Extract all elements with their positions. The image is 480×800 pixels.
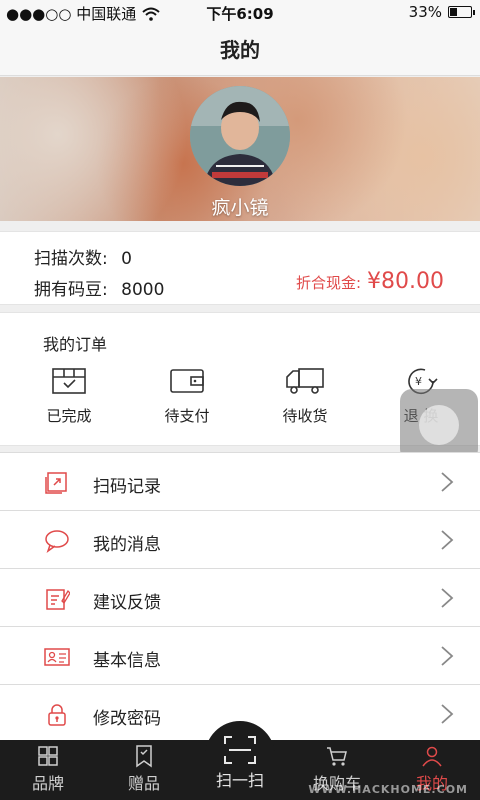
cash-value: ¥80.00 bbox=[367, 269, 444, 294]
scan-record-icon bbox=[45, 472, 67, 494]
beans-value: 8000 bbox=[121, 280, 165, 300]
tab-label: 赠品 bbox=[127, 774, 160, 793]
menu-item-messages[interactable]: 我的消息 bbox=[0, 510, 480, 568]
message-bubble-icon bbox=[45, 530, 69, 553]
chevron-right-icon bbox=[441, 704, 454, 724]
bookmark-icon bbox=[136, 745, 152, 768]
battery-percent: 33% bbox=[408, 3, 442, 21]
order-pending-receipt[interactable]: 待收货 bbox=[265, 367, 345, 426]
menu-item-label: 基本信息 bbox=[93, 651, 161, 671]
wallet-icon bbox=[170, 369, 204, 393]
order-pending-payment-label: 待支付 bbox=[164, 407, 210, 425]
id-card-icon bbox=[44, 648, 70, 666]
svg-text:¥: ¥ bbox=[415, 375, 422, 388]
truck-icon bbox=[286, 368, 324, 394]
scan-frame-icon bbox=[224, 736, 256, 764]
order-completed[interactable]: 已完成 bbox=[29, 367, 109, 426]
chevron-right-icon bbox=[441, 588, 454, 608]
assistive-touch-button[interactable] bbox=[400, 389, 478, 461]
tab-label: 品牌 bbox=[31, 774, 64, 793]
menu-list: 扫码记录 我的消息 建议反馈 基本信息 修改密码 bbox=[0, 452, 480, 742]
tab-scan[interactable]: 扫一扫 bbox=[205, 721, 275, 800]
tab-label: 扫一扫 bbox=[215, 771, 264, 790]
profile-icon bbox=[422, 746, 442, 767]
menu-item-feedback[interactable]: 建议反馈 bbox=[0, 568, 480, 626]
menu-item-label: 修改密码 bbox=[93, 709, 161, 729]
chevron-right-icon bbox=[441, 646, 454, 666]
order-completed-label: 已完成 bbox=[46, 407, 92, 425]
menu-item-scan-records[interactable]: 扫码记录 bbox=[0, 452, 480, 510]
menu-item-label: 扫码记录 bbox=[93, 477, 161, 497]
avatar-image bbox=[190, 86, 290, 186]
feedback-icon bbox=[46, 589, 70, 610]
profile-header: 疯小镜 bbox=[0, 77, 480, 221]
tab-brand[interactable]: 品牌 bbox=[13, 744, 83, 794]
completed-box-icon bbox=[52, 368, 86, 394]
orders-title: 我的订单 bbox=[43, 335, 108, 354]
cash-equivalent: 折合现金: ¥80.00 bbox=[296, 269, 444, 294]
watermark: WWW.HACKHOME.COM bbox=[308, 783, 468, 796]
order-pending-receipt-label: 待收货 bbox=[282, 407, 328, 425]
chevron-right-icon bbox=[441, 530, 454, 550]
status-bar: ●●●○○ 中国联通 下午6:09 33% bbox=[0, 0, 480, 24]
beans-row: 拥有码豆: 8000 bbox=[34, 275, 164, 300]
scan-count-label: 扫描次数: bbox=[34, 249, 108, 269]
chevron-right-icon bbox=[441, 472, 454, 492]
stats-panel: 扫描次数: 0 拥有码豆: 8000 折合现金: ¥80.00 bbox=[0, 231, 480, 305]
menu-item-label: 建议反馈 bbox=[93, 593, 161, 613]
order-pending-payment[interactable]: 待支付 bbox=[147, 367, 227, 426]
grid-icon bbox=[38, 746, 58, 766]
beans-label: 拥有码豆: bbox=[34, 280, 108, 300]
status-right: 33% bbox=[408, 3, 475, 21]
username: 疯小镜 bbox=[211, 197, 269, 219]
page-title: 我的 bbox=[0, 24, 480, 76]
menu-item-label: 我的消息 bbox=[93, 535, 161, 555]
cart-icon bbox=[327, 747, 347, 766]
scan-count-row: 扫描次数: 0 bbox=[34, 244, 132, 269]
menu-item-basic-info[interactable]: 基本信息 bbox=[0, 626, 480, 684]
tab-gifts[interactable]: 赠品 bbox=[109, 744, 179, 794]
avatar[interactable] bbox=[190, 86, 290, 186]
battery-fill bbox=[450, 8, 457, 16]
lock-icon bbox=[48, 704, 66, 726]
battery-icon bbox=[448, 6, 475, 18]
cash-label: 折合现金: bbox=[295, 274, 362, 292]
scan-count-value: 0 bbox=[121, 249, 132, 269]
